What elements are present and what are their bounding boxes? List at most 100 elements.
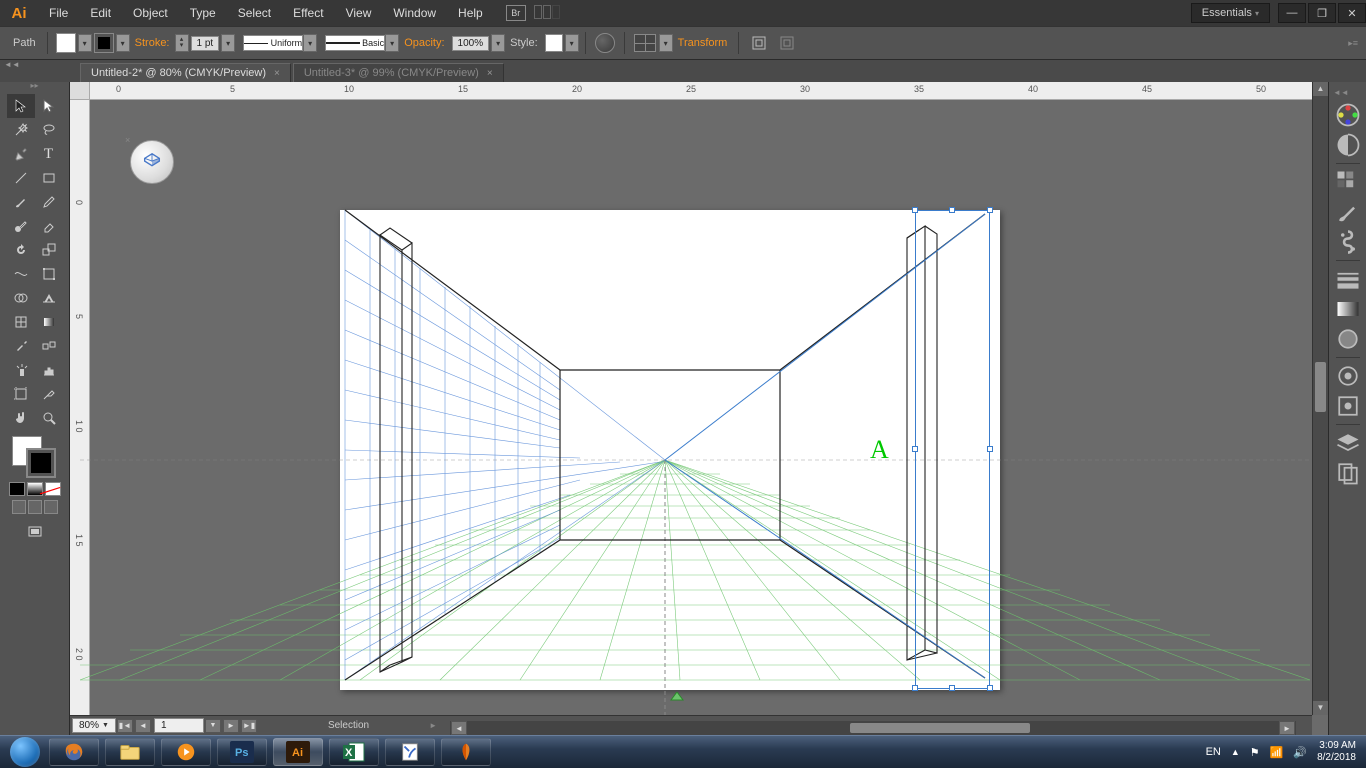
- color-mode-row[interactable]: ╱: [8, 482, 62, 496]
- gradient-panel-icon[interactable]: [1334, 297, 1362, 321]
- layers-panel-icon[interactable]: [1334, 431, 1362, 455]
- tray-flag-icon[interactable]: ⚑: [1250, 746, 1260, 759]
- stroke-profile[interactable]: Uniform: [243, 35, 303, 51]
- hand-tool[interactable]: [7, 406, 35, 430]
- screen-mode-row[interactable]: [11, 500, 59, 514]
- taskbar-media[interactable]: [161, 738, 211, 766]
- stroke-swatch[interactable]: [94, 33, 114, 53]
- panel-collapse-arrows[interactable]: ◄◄: [4, 60, 20, 69]
- rotate-tool[interactable]: [7, 238, 35, 262]
- shape-builder-tool[interactable]: [7, 286, 35, 310]
- scroll-up-icon[interactable]: ▲: [1313, 82, 1328, 96]
- panel-expand-arrows[interactable]: ◄◄: [1333, 88, 1349, 97]
- horizontal-scrollbar[interactable]: ◄ ►: [450, 721, 1296, 735]
- first-artboard[interactable]: ▮◄: [117, 719, 133, 733]
- taskbar-photoshop[interactable]: Ps: [217, 738, 267, 766]
- tray-clock[interactable]: 3:09 AM8/2/2018: [1317, 740, 1356, 764]
- fill-dd[interactable]: ▾: [78, 34, 92, 52]
- brush-def[interactable]: Basic: [325, 35, 385, 51]
- bridge-icon[interactable]: Br: [506, 5, 526, 21]
- taskbar-app1[interactable]: [385, 738, 435, 766]
- scroll-left-icon[interactable]: ◄: [451, 721, 467, 735]
- stroke-weight[interactable]: 1 pt: [191, 36, 220, 51]
- artboard-number[interactable]: 1: [154, 718, 204, 733]
- brushes-panel-icon[interactable]: [1334, 200, 1362, 224]
- tray-lang[interactable]: EN: [1206, 746, 1221, 758]
- close-icon[interactable]: ×: [274, 68, 280, 79]
- graph-tool[interactable]: [35, 358, 63, 382]
- eyedropper-tool[interactable]: [7, 334, 35, 358]
- symbols-panel-icon[interactable]: [1334, 230, 1362, 254]
- artboards-panel-icon[interactable]: [1334, 461, 1362, 485]
- control-flyout-icon[interactable]: ▸≡: [1348, 38, 1358, 49]
- menu-effect[interactable]: Effect: [282, 0, 334, 26]
- menu-select[interactable]: Select: [227, 0, 282, 26]
- graphic-styles-panel-icon[interactable]: [1334, 394, 1362, 418]
- magic-wand-tool[interactable]: [7, 118, 35, 142]
- eraser-tool[interactable]: [35, 214, 63, 238]
- style-dd[interactable]: ▾: [565, 34, 579, 52]
- style-swatch[interactable]: [545, 34, 563, 52]
- pen-tool[interactable]: [7, 142, 35, 166]
- menu-view[interactable]: View: [335, 0, 383, 26]
- isolate-icon[interactable]: [745, 31, 773, 55]
- pencil-tool[interactable]: [35, 190, 63, 214]
- color-panel-icon[interactable]: [1334, 103, 1362, 127]
- opacity-label[interactable]: Opacity:: [404, 37, 444, 49]
- artboard[interactable]: A: [340, 210, 1000, 690]
- rectangle-tool[interactable]: [35, 166, 63, 190]
- tray-arrow-icon[interactable]: ▲: [1231, 747, 1240, 757]
- align-dd[interactable]: ▾: [659, 34, 673, 52]
- stroke-weight-dd[interactable]: ▾: [221, 34, 235, 52]
- tray-network-icon[interactable]: 📶: [1270, 746, 1284, 759]
- slice-tool[interactable]: [35, 382, 63, 406]
- width-tool[interactable]: [7, 262, 35, 286]
- appearance-panel-icon[interactable]: [1334, 364, 1362, 388]
- gradient-tool[interactable]: [35, 310, 63, 334]
- recolor-icon[interactable]: [595, 33, 615, 53]
- tab-doc-2[interactable]: Untitled-3* @ 99% (CMYK/Preview)×: [293, 63, 504, 82]
- window-close[interactable]: ✕: [1338, 3, 1366, 23]
- selection-tool[interactable]: [7, 94, 35, 118]
- vertical-scrollbar[interactable]: ▲ ▼: [1312, 82, 1328, 715]
- scroll-down-icon[interactable]: ▼: [1313, 701, 1328, 715]
- menu-help[interactable]: Help: [447, 0, 494, 26]
- fill-stroke-swatches[interactable]: [10, 436, 60, 480]
- transparency-panel-icon[interactable]: [1334, 327, 1362, 351]
- paintbrush-tool[interactable]: [7, 190, 35, 214]
- direct-selection-tool[interactable]: [35, 94, 63, 118]
- brush-dd[interactable]: ▾: [385, 34, 399, 52]
- menu-file[interactable]: File: [38, 0, 79, 26]
- align-icon[interactable]: [634, 34, 656, 52]
- menu-object[interactable]: Object: [122, 0, 179, 26]
- edit-clip-icon[interactable]: [773, 31, 801, 55]
- mesh-tool[interactable]: [7, 310, 35, 334]
- line-tool[interactable]: [7, 166, 35, 190]
- workspace-switcher[interactable]: Essentials ▾: [1191, 3, 1270, 23]
- tray-volume-icon[interactable]: 🔊: [1293, 746, 1307, 759]
- blend-tool[interactable]: [35, 334, 63, 358]
- next-artboard[interactable]: ►: [223, 719, 239, 733]
- type-tool[interactable]: T: [35, 142, 63, 166]
- stroke-dd[interactable]: ▾: [116, 34, 130, 52]
- swatches-panel-icon[interactable]: [1334, 170, 1362, 194]
- taskbar-firefox[interactable]: [49, 738, 99, 766]
- tab-doc-1[interactable]: Untitled-2* @ 80% (CMYK/Preview)×: [80, 63, 291, 82]
- stroke-panel-icon[interactable]: [1334, 267, 1362, 291]
- screen-mode-tool[interactable]: [21, 520, 49, 544]
- scale-tool[interactable]: [35, 238, 63, 262]
- menu-edit[interactable]: Edit: [79, 0, 122, 26]
- symbol-sprayer-tool[interactable]: [7, 358, 35, 382]
- canvas[interactable]: ×: [90, 100, 1312, 715]
- last-artboard[interactable]: ►▮: [241, 719, 257, 733]
- artboard-tool[interactable]: [7, 382, 35, 406]
- window-minimize[interactable]: —: [1278, 3, 1306, 23]
- color-guide-panel-icon[interactable]: [1334, 133, 1362, 157]
- close-icon[interactable]: ×: [487, 68, 493, 79]
- taskbar-illustrator[interactable]: Ai: [273, 738, 323, 766]
- opacity-value[interactable]: 100%: [452, 36, 490, 51]
- window-restore[interactable]: ❐: [1308, 3, 1336, 23]
- menu-type[interactable]: Type: [179, 0, 227, 26]
- fill-swatch[interactable]: [56, 33, 76, 53]
- scroll-right-icon[interactable]: ►: [1279, 721, 1295, 735]
